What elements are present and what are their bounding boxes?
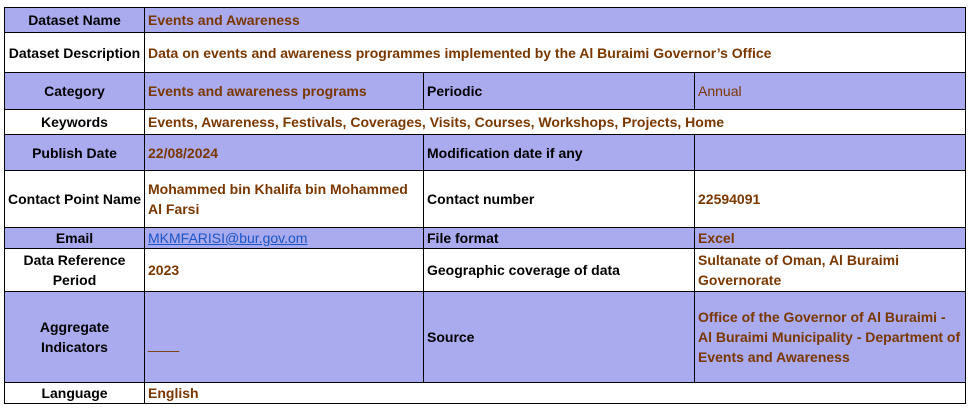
contact-point-label: Contact Point Name	[4, 170, 145, 228]
data-reference-period-label: Data Reference Period	[4, 248, 145, 292]
email-label: Email	[4, 227, 145, 249]
dataset-description-label: Dataset Description	[4, 32, 145, 73]
email-link[interactable]: MKMFARISI@bur.gov.om	[148, 230, 307, 246]
periodic-value: Annual	[693, 72, 967, 110]
keywords-value: Events, Awareness, Festivals, Coverages,…	[143, 109, 967, 135]
keywords-label: Keywords	[4, 109, 145, 135]
source-value: Office of the Governor of Al Buraimi - A…	[693, 291, 967, 383]
row-language: Language English	[4, 382, 967, 404]
publish-date-value: 22/08/2024	[144, 134, 424, 171]
dataset-metadata-table: Dataset Name Events and Awareness Datase…	[4, 7, 967, 404]
file-format-value: Excel	[693, 227, 967, 249]
language-value: English	[143, 382, 967, 404]
contact-number-value: 22594091	[693, 170, 967, 228]
email-cell: MKMFARISI@bur.gov.om	[144, 227, 424, 249]
modification-date-value	[693, 134, 967, 171]
row-category: Category Events and awareness programs P…	[4, 72, 967, 110]
row-publish-date: Publish Date 22/08/2024 Modification dat…	[4, 134, 967, 171]
category-value: Events and awareness programs	[144, 72, 424, 110]
geographic-coverage-value: Sultanate of Oman, Al Buraimi Governorat…	[693, 248, 967, 292]
geographic-coverage-label: Geographic coverage of data	[423, 248, 695, 292]
modification-date-label: Modification date if any	[423, 134, 695, 171]
source-label: Source	[423, 291, 695, 383]
row-dataset-name: Dataset Name Events and Awareness	[4, 7, 967, 33]
row-dataset-description: Dataset Description Data on events and a…	[4, 32, 967, 73]
periodic-label: Periodic	[423, 72, 695, 110]
category-label: Category	[4, 72, 145, 110]
dataset-description-value: Data on events and awareness programmes …	[143, 32, 967, 73]
aggregate-indicators-label: Aggregate Indicators	[4, 291, 145, 383]
language-label: Language	[4, 382, 145, 404]
dataset-name-value: Events and Awareness	[143, 7, 967, 33]
row-contact-point: Contact Point Name Mohammed bin Khalifa …	[4, 170, 967, 228]
row-keywords: Keywords Events, Awareness, Festivals, C…	[4, 109, 967, 135]
contact-number-label: Contact number	[423, 170, 695, 228]
aggregate-indicators-value: ____	[148, 335, 180, 352]
publish-date-label: Publish Date	[4, 134, 145, 171]
file-format-label: File format	[423, 227, 695, 249]
row-data-reference-period: Data Reference Period 2023 Geographic co…	[4, 248, 967, 292]
data-reference-period-value: 2023	[144, 248, 424, 292]
dataset-name-label: Dataset Name	[4, 7, 145, 33]
row-email: Email MKMFARISI@bur.gov.om File format E…	[4, 227, 967, 249]
row-aggregate-indicators: Aggregate Indicators ____ Source Office …	[4, 291, 967, 383]
aggregate-indicators-cell: ____	[144, 291, 424, 383]
contact-point-value: Mohammed bin Khalifa bin Mohammed Al Far…	[144, 170, 424, 228]
